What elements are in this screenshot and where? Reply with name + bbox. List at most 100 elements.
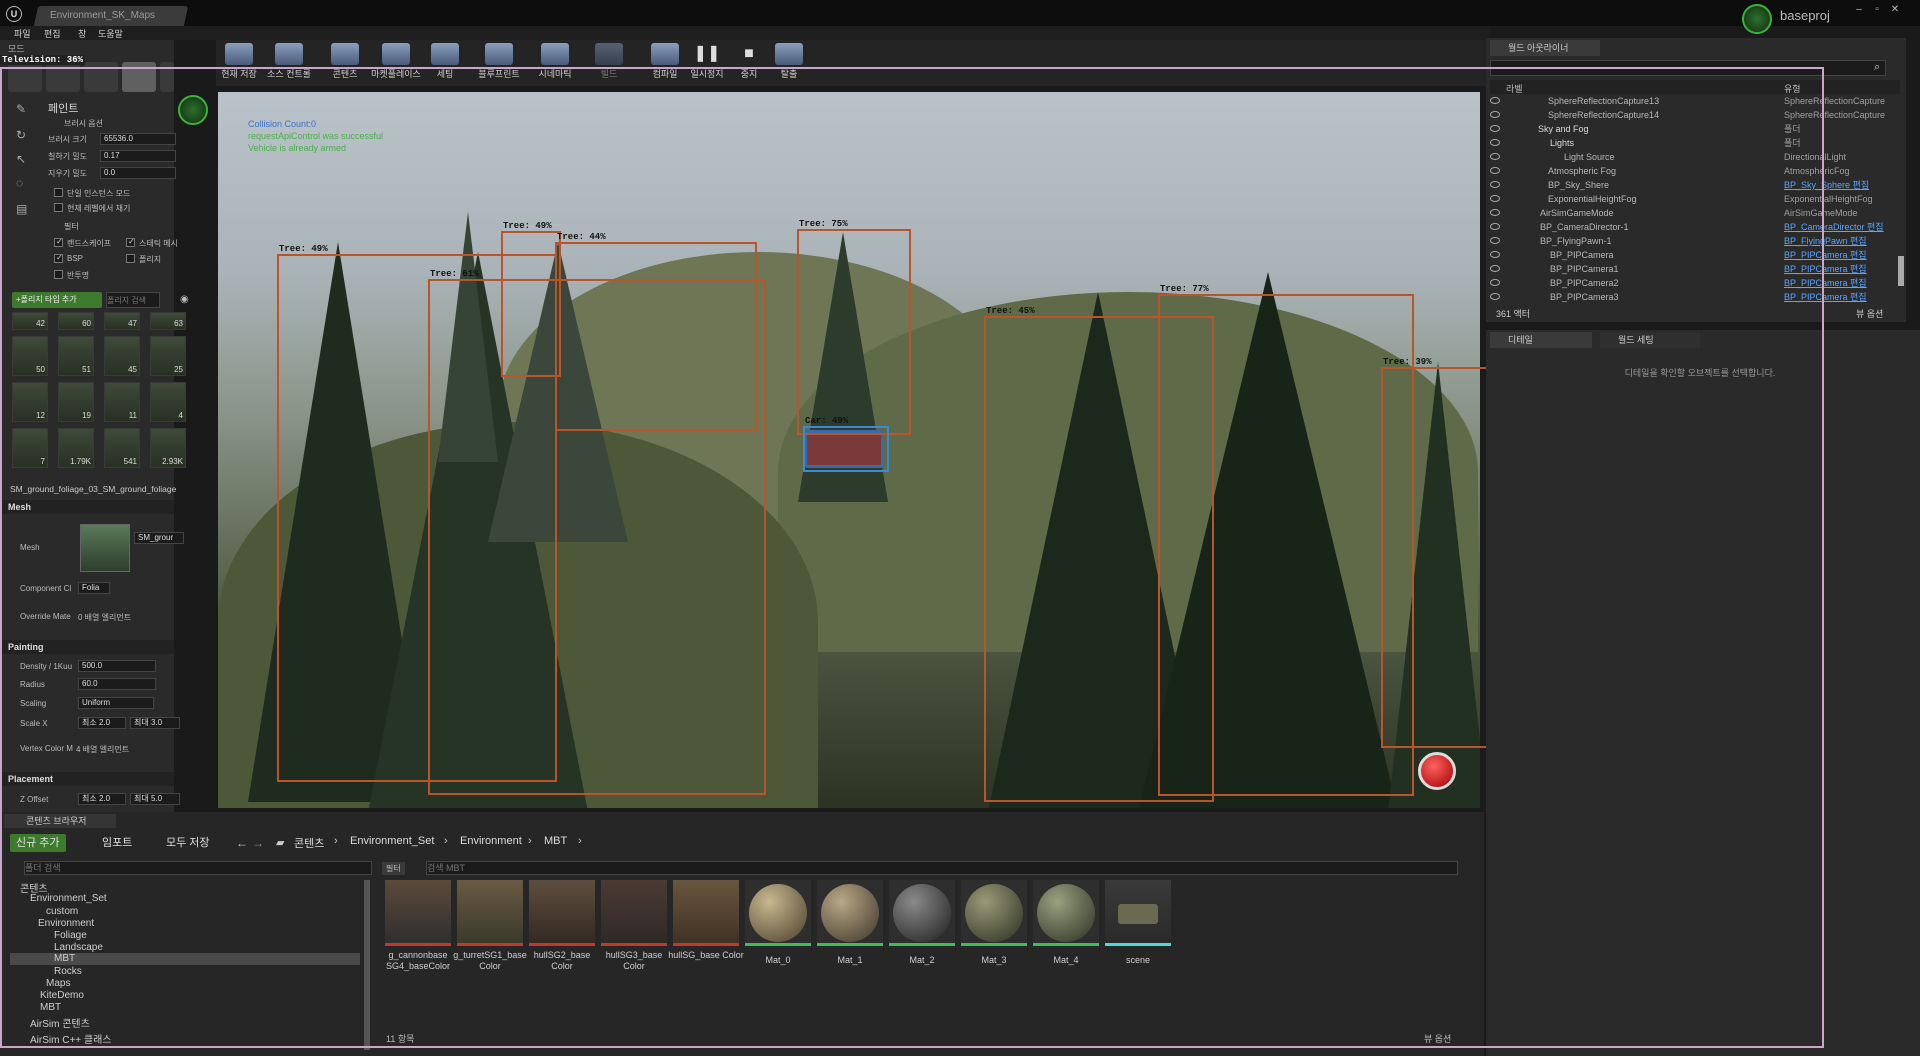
current-level-checkbox[interactable] [54, 203, 63, 212]
outliner-row[interactable]: BP_PIPCamera3 BP_PIPCamera 편집 [1490, 290, 1910, 304]
add-new-button[interactable]: 신규 추가 [10, 834, 66, 852]
asset-search-input[interactable] [426, 861, 1458, 875]
forward-arrow-icon[interactable]: → [252, 836, 264, 850]
asset-thumbnail[interactable] [889, 880, 955, 946]
visibility-eye-icon[interactable] [1490, 237, 1500, 244]
brush-size-field[interactable]: 65536.0 [100, 133, 176, 145]
asset-thumbnail[interactable] [745, 880, 811, 946]
single-instance-checkbox[interactable] [54, 188, 63, 197]
marketplace-button[interactable]: 마켓플레이스 [368, 40, 424, 86]
menu-help[interactable]: 도움말 [98, 27, 123, 40]
folder-tree-item-selected[interactable]: MBT [10, 953, 360, 965]
minimize-icon[interactable]: – [1852, 4, 1866, 16]
outliner-row[interactable]: Lights 폴더 [1490, 136, 1910, 150]
visibility-eye-icon[interactable] [1490, 265, 1500, 272]
outliner-row[interactable]: BP_FlyingPawn-1 BP_FlyingPawn 편집 [1490, 234, 1910, 248]
visibility-eye-icon[interactable] [1490, 181, 1500, 188]
asset-thumbnail[interactable] [1105, 880, 1171, 946]
outliner-row[interactable]: Atmospheric Fog AtmosphericFog [1490, 164, 1910, 178]
outliner-search-input[interactable] [1490, 60, 1886, 76]
foliage-thumb[interactable]: 47 [104, 312, 140, 330]
blueprints-button[interactable]: 블루프린트 [474, 40, 524, 86]
folder-tree-item[interactable]: Environment_Set [30, 893, 107, 904]
breadcrumb-item[interactable]: Environment [460, 835, 522, 847]
folder-tree-scrollbar[interactable] [364, 880, 370, 1050]
outliner-row[interactable]: AirSimGameMode AirSimGameMode [1490, 206, 1910, 220]
outliner-row[interactable]: BP_CameraDirector-1 BP_CameraDirector 편집 [1490, 220, 1910, 234]
foliage-thumb[interactable]: 12 [12, 382, 48, 422]
scalex-max-field[interactable]: 최대 3.0 [130, 717, 180, 729]
foliage-thumb[interactable]: 42 [12, 312, 48, 330]
outliner-row[interactable]: Sky and Fog 폴더 [1490, 122, 1910, 136]
build-button[interactable]: 빌드 [584, 40, 634, 86]
foliage-thumb[interactable]: 19 [58, 382, 94, 422]
select-tool-icon[interactable]: ↖ [16, 152, 30, 166]
view-options-eye-icon[interactable]: ◉ [180, 294, 189, 305]
paint-density-field[interactable]: 0.17 [100, 150, 176, 162]
foliage-thumb[interactable]: 7 [12, 428, 48, 468]
outliner-row[interactable]: BP_PIPCamera BP_PIPCamera 편집 [1490, 248, 1910, 262]
lasso-tool-icon[interactable]: ◌ [16, 176, 30, 190]
document-tab[interactable]: Environment_SK_Maps [33, 6, 189, 26]
eject-button[interactable]: 탈출 [764, 40, 814, 86]
visibility-eye-icon[interactable] [1490, 167, 1500, 174]
menu-edit[interactable]: 편집 [44, 27, 61, 40]
asset-thumbnail[interactable] [385, 880, 451, 946]
foliage-thumb[interactable]: 50 [12, 336, 48, 376]
zoffset-max-field[interactable]: 최대 5.0 [130, 793, 180, 805]
radius-field[interactable]: 60.0 [78, 678, 156, 690]
breadcrumb-item[interactable]: Environment_Set [350, 835, 434, 847]
details-tab[interactable]: 디테일 [1490, 332, 1592, 348]
density-field[interactable]: 500.0 [78, 660, 156, 672]
place-mode-icon[interactable] [8, 62, 42, 92]
filter-button[interactable]: 필터 [382, 862, 405, 875]
source-control-button[interactable]: 소스 컨트롤 [264, 40, 314, 86]
foliage-thumb[interactable]: 2.93K [150, 428, 186, 468]
asset-thumbnail[interactable] [1033, 880, 1099, 946]
content-button[interactable]: 콘텐츠 [320, 40, 370, 86]
world-settings-tab[interactable]: 월드 세팅 [1600, 332, 1700, 348]
outliner-row[interactable]: SphereReflectionCapture13 SphereReflectio… [1490, 94, 1910, 108]
cinematics-button[interactable]: 시네마틱 [530, 40, 580, 86]
folder-tree-item[interactable]: custom [46, 906, 78, 917]
folder-search-input[interactable] [24, 861, 372, 875]
folder-tree-item[interactable]: KiteDemo [40, 990, 84, 1001]
foliage-search-input[interactable] [106, 292, 160, 308]
visibility-eye-icon[interactable] [1490, 251, 1500, 258]
folder-tree-item[interactable]: Environment [38, 918, 94, 929]
menu-window[interactable]: 창 [78, 27, 86, 40]
visibility-eye-icon[interactable] [1490, 293, 1500, 300]
foliage-thumb[interactable]: 541 [104, 428, 140, 468]
outliner-row[interactable]: BP_Sky_Shere BP_Sky_Sphere 편집 [1490, 178, 1910, 192]
foliage-mode-icon[interactable] [122, 62, 156, 92]
asset-thumbnail[interactable] [673, 880, 739, 946]
foliage-thumb[interactable]: 25 [150, 336, 186, 376]
menu-file[interactable]: 파일 [14, 27, 31, 40]
foliage-thumb[interactable]: 1.79K [58, 428, 94, 468]
erase-density-field[interactable]: 0.0 [100, 167, 176, 179]
close-icon[interactable]: ✕ [1888, 4, 1902, 16]
outliner-row[interactable]: BP_PIPCamera2 BP_PIPCamera 편집 [1490, 276, 1910, 290]
visibility-eye-icon[interactable] [1490, 97, 1500, 104]
record-button[interactable] [1418, 752, 1456, 790]
maximize-icon[interactable]: ▫ [1870, 4, 1884, 16]
visibility-eye-icon[interactable] [1490, 139, 1500, 146]
filter-bsp-checkbox[interactable] [54, 253, 63, 263]
fill-tool-icon[interactable]: ▤ [16, 202, 30, 216]
mesh-thumbnail[interactable] [80, 524, 130, 572]
reapply-tool-icon[interactable]: ↻ [16, 128, 30, 142]
breadcrumb-item[interactable]: MBT [544, 835, 567, 847]
filter-foliage-checkbox[interactable] [126, 254, 135, 263]
folder-tree-item[interactable]: AirSim C++ 클래스 [30, 1031, 112, 1046]
visibility-eye-icon[interactable] [1490, 209, 1500, 216]
foliage-thumb[interactable]: 63 [150, 312, 186, 330]
asset-thumbnail[interactable] [961, 880, 1027, 946]
filter-staticmesh-checkbox[interactable] [126, 237, 135, 247]
foliage-thumb[interactable]: 4 [150, 382, 186, 422]
folder-tree-item[interactable]: MBT [40, 1002, 61, 1013]
foliage-thumb[interactable]: 60 [58, 312, 94, 330]
folder-tree-item[interactable]: AirSim 콘텐츠 [30, 1015, 90, 1030]
outliner-scrollbar[interactable] [1898, 256, 1904, 286]
settings-button[interactable]: 세팅 [420, 40, 470, 86]
add-foliage-type-button[interactable]: +폴리지 타입 추가 [12, 292, 102, 308]
